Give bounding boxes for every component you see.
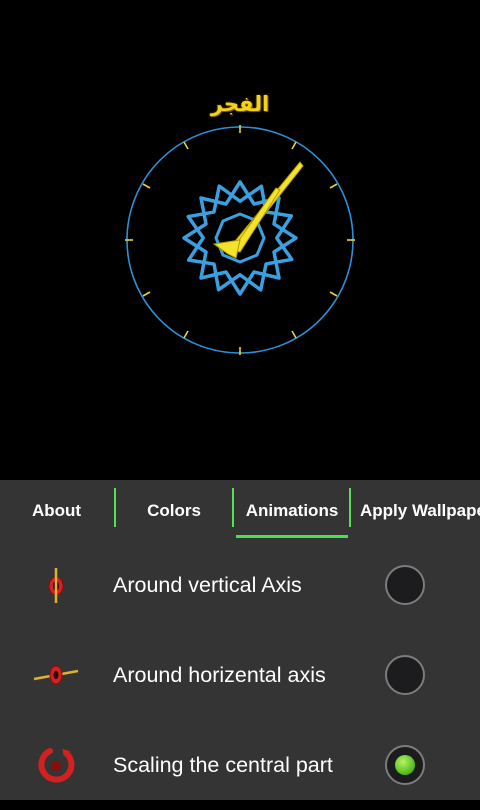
tab-animations-label: Animations	[245, 501, 339, 520]
tab-bar: About Colors Animations Apply Wallpaper	[0, 480, 480, 538]
option-row-scaling[interactable]: Scaling the central part	[0, 720, 480, 810]
clock-face	[125, 125, 355, 355]
radio-checked-indicator	[395, 755, 415, 775]
tab-about[interactable]: About	[0, 488, 113, 528]
scaling-icon	[38, 748, 75, 783]
horizontal-axis-rotation-icon	[33, 665, 79, 685]
radio-button[interactable]	[385, 565, 425, 605]
tab-animations[interactable]: Animations	[234, 488, 350, 538]
radio-button-selected[interactable]	[385, 745, 425, 785]
option-label: Around vertical Axis	[113, 573, 302, 597]
option-label: Scaling the central part	[113, 753, 333, 777]
wallpaper-preview: الفجر	[0, 0, 480, 480]
tab-apply-wallpaper-label: Apply Wallpaper	[360, 501, 480, 520]
tab-divider	[349, 488, 351, 527]
radio-button[interactable]	[385, 655, 425, 695]
tab-colors[interactable]: Colors	[116, 488, 232, 528]
option-row-vertical-axis[interactable]: Around vertical Axis	[0, 540, 480, 630]
settings-panel: About Colors Animations Apply Wallpaper …	[0, 480, 480, 800]
selected-tab-indicator	[236, 535, 348, 538]
tab-apply-wallpaper[interactable]: Apply Wallpaper	[360, 488, 480, 528]
option-row-horizontal-axis[interactable]: Around horizental axis	[0, 630, 480, 720]
vertical-axis-rotation-icon	[48, 568, 64, 603]
option-label: Around horizental axis	[113, 663, 326, 687]
tab-colors-label: Colors	[147, 501, 201, 520]
prayer-name-label: الفجر	[210, 92, 270, 116]
tab-about-label: About	[31, 501, 82, 520]
